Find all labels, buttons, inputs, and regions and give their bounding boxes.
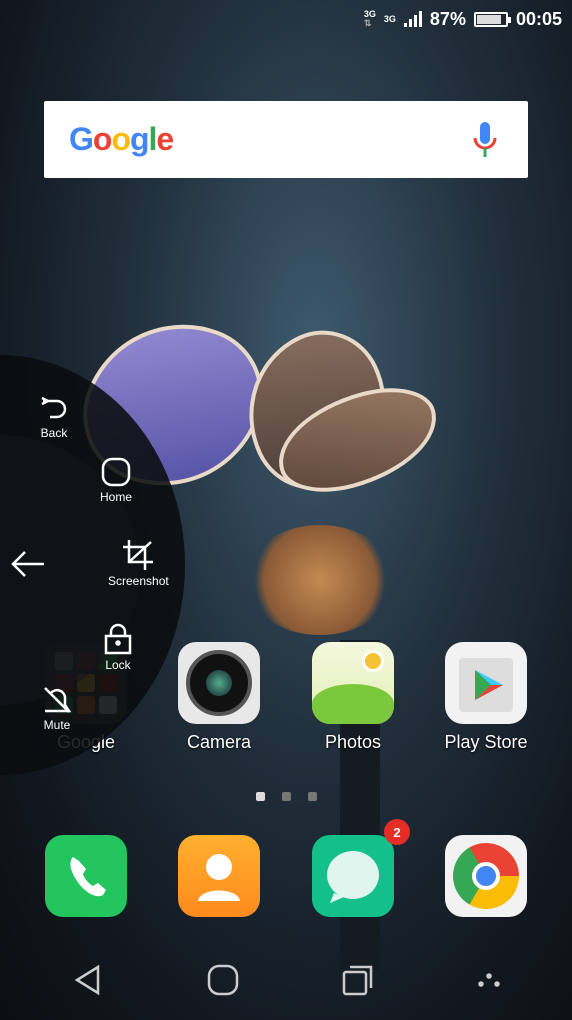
network-3g-data: 3G ⇅ bbox=[363, 9, 376, 28]
battery-icon bbox=[473, 11, 511, 27]
battery-percent: 87% bbox=[429, 8, 466, 29]
dock-home-button[interactable]: Home bbox=[100, 457, 132, 504]
app-photos[interactable]: Photos bbox=[298, 642, 408, 753]
nav-back-icon[interactable] bbox=[72, 964, 104, 996]
google-search-bar[interactable]: Google bbox=[44, 101, 528, 178]
bell-off-icon bbox=[44, 687, 72, 713]
nav-home-icon[interactable] bbox=[207, 964, 239, 996]
dock-phone[interactable] bbox=[31, 835, 141, 917]
app-label: Camera bbox=[186, 732, 252, 752]
photos-icon bbox=[312, 642, 394, 724]
dock-mute-button[interactable]: Mute bbox=[41, 685, 73, 732]
app-play-store[interactable]: Play Store bbox=[431, 642, 541, 753]
dock-back-label: Back bbox=[40, 426, 68, 440]
app-label: Photos bbox=[324, 732, 382, 752]
contacts-icon bbox=[178, 835, 260, 917]
crop-icon bbox=[123, 540, 154, 570]
dock-lock-button[interactable]: Lock bbox=[103, 623, 133, 672]
home-icon bbox=[101, 457, 131, 487]
dock-screenshot-label: Screenshot bbox=[108, 574, 169, 588]
google-logo: Google bbox=[69, 121, 174, 157]
app-label: Play Store bbox=[444, 732, 528, 752]
dock-lock-label: Lock bbox=[105, 658, 131, 672]
nav-recents-icon[interactable] bbox=[342, 964, 374, 996]
dock-mute-label: Mute bbox=[43, 718, 71, 732]
dock-back-button[interactable]: Back bbox=[38, 395, 70, 440]
phone-icon bbox=[45, 835, 127, 917]
chrome-icon bbox=[445, 835, 527, 917]
mic-icon[interactable] bbox=[472, 120, 498, 160]
back-icon bbox=[41, 396, 67, 419]
play-store-icon bbox=[445, 642, 527, 724]
messages-icon bbox=[312, 835, 394, 917]
dock-contacts[interactable] bbox=[164, 835, 274, 917]
nav-more-icon[interactable] bbox=[477, 968, 501, 992]
signal-icon bbox=[403, 11, 422, 27]
navigation-bar bbox=[0, 940, 572, 1020]
dock-home-label: Home bbox=[100, 490, 133, 504]
camera-icon bbox=[178, 642, 260, 724]
page-indicator bbox=[256, 792, 317, 801]
clock: 00:05 bbox=[515, 8, 562, 29]
lock-icon bbox=[104, 623, 132, 655]
app-camera[interactable]: Camera bbox=[164, 642, 274, 753]
network-3g: 3G bbox=[383, 13, 396, 24]
status-bar: 3G ⇅ 3G 87% 00:05 bbox=[0, 0, 572, 38]
arrow-left-icon[interactable] bbox=[10, 549, 46, 579]
dock-messages[interactable] bbox=[298, 835, 408, 917]
notification-badge: 2 bbox=[384, 819, 410, 845]
dock-chrome[interactable] bbox=[431, 835, 541, 917]
dock-screenshot-button[interactable]: Screenshot bbox=[108, 539, 169, 588]
